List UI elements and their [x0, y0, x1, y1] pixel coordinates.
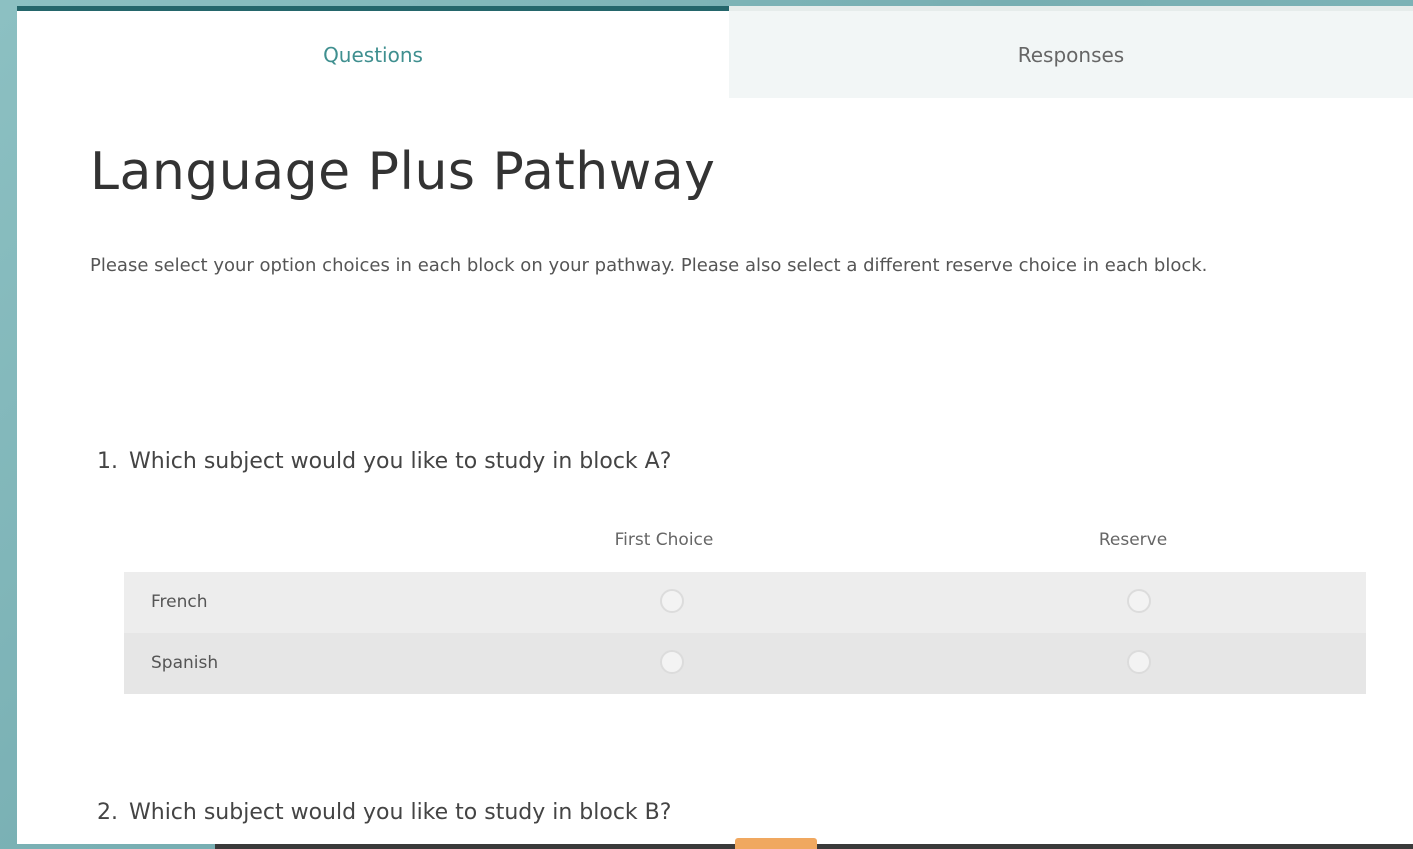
radio-spanish-first-choice[interactable] — [660, 650, 684, 674]
form-title: Language Plus Pathway — [90, 142, 716, 202]
question-2-title: 2. Which subject would you like to study… — [97, 800, 1377, 825]
radio-french-first-choice[interactable] — [660, 589, 684, 613]
grid-row-spanish: Spanish — [124, 633, 1366, 694]
form-description: Please select your option choices in eac… — [90, 255, 1208, 276]
radio-french-reserve[interactable] — [1127, 589, 1151, 613]
question-1-title: 1. Which subject would you like to study… — [97, 449, 1377, 474]
tab-responses[interactable]: Responses — [729, 6, 1413, 98]
column-header-reserve: Reserve — [1098, 530, 1168, 550]
question-number: 2. — [97, 800, 118, 825]
tab-questions[interactable]: Questions — [17, 6, 729, 98]
tab-responses-label: Responses — [1017, 42, 1125, 67]
question-number: 1. — [97, 449, 118, 474]
taskbar-accent — [735, 838, 817, 849]
column-header-first-choice: First Choice — [614, 530, 714, 550]
likert-grid: French Spanish — [124, 572, 1366, 694]
tab-bar: Questions Responses — [17, 6, 1413, 98]
row-label: French — [151, 592, 208, 612]
grid-row-french: French — [124, 572, 1366, 633]
form-page: Questions Responses Language Plus Pathwa… — [17, 6, 1413, 844]
question-text: Which subject would you like to study in… — [129, 449, 672, 474]
radio-spanish-reserve[interactable] — [1127, 650, 1151, 674]
question-text: Which subject would you like to study in… — [129, 800, 672, 825]
tab-questions-label: Questions — [323, 42, 423, 67]
row-label: Spanish — [151, 653, 219, 673]
